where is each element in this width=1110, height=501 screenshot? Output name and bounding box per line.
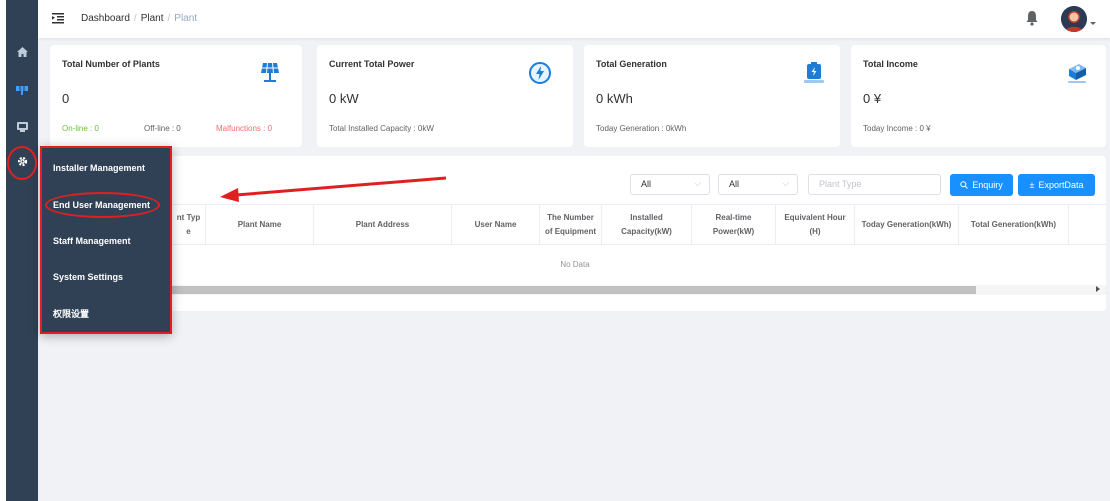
chevron-down-icon: ⌵: [694, 178, 701, 188]
column-header-user-name[interactable]: User Name: [452, 205, 540, 244]
filter-select-1-value: All: [641, 179, 652, 189]
plant-list-panel: All ⌵ All ⌵ Plant Type Enquiry ± ExportD…: [44, 156, 1106, 311]
column-header-today-generation[interactable]: Today Generation(kWh): [855, 205, 959, 244]
horizontal-scrollbar[interactable]: [44, 285, 1106, 295]
enquiry-label: Enquiry: [972, 180, 1003, 190]
settings-dropdown-menu: Installer Management End User Management…: [40, 146, 172, 334]
card-value: 0: [62, 91, 70, 106]
empty-table-text: No Data: [560, 260, 590, 269]
sidebar: [6, 0, 38, 501]
enquiry-button[interactable]: Enquiry: [950, 174, 1013, 196]
menu-item-end-user-management[interactable]: End User Management: [40, 187, 172, 223]
chevron-down-icon: ⌵: [782, 178, 789, 188]
battery-icon: [802, 61, 828, 87]
breadcrumb-separator: /: [167, 13, 171, 24]
menu-item-permission-settings[interactable]: 权限设置: [40, 295, 172, 331]
column-header-equipment-count[interactable]: The Number of Equipment: [540, 205, 602, 244]
card-total-income: Total Income 0 ¥ Today Income : 0 ¥: [851, 45, 1106, 147]
column-header-realtime-power[interactable]: Real-time Power(kW): [692, 205, 776, 244]
online-count: On-line : 0: [62, 124, 99, 133]
card-total-plants: Total Number of Plants 0 On-line : 0 Off…: [50, 45, 302, 147]
export-button[interactable]: ± ExportData: [1018, 174, 1095, 196]
scrollbar-thumb[interactable]: [44, 286, 976, 294]
malfunction-count: Malfunctions : 0: [216, 124, 273, 133]
export-label: ExportData: [1038, 180, 1084, 190]
card-subtext: Total Installed Capacity : 0kW: [329, 124, 434, 133]
bell-icon[interactable]: [1025, 10, 1039, 26]
card-value: 0 kWh: [596, 91, 633, 106]
home-icon[interactable]: [6, 42, 38, 62]
breadcrumb-current: Plant: [174, 13, 198, 24]
avatar-caret-icon[interactable]: [1090, 22, 1096, 25]
top-header: Dashboard / Plant / Plant: [38, 0, 1110, 38]
export-icon: ±: [1029, 180, 1035, 190]
scroll-right-arrow-icon[interactable]: [1096, 286, 1100, 292]
hamburger-menu-icon[interactable]: [52, 11, 64, 24]
card-title: Total Income: [863, 59, 918, 69]
menu-item-system-settings[interactable]: System Settings: [40, 259, 172, 295]
card-subtext: Today Income : 0 ¥: [863, 124, 931, 133]
card-subtext: Today Generation : 0kWh: [596, 124, 687, 133]
menu-item-installer-management[interactable]: Installer Management: [40, 150, 172, 186]
breadcrumb-dashboard[interactable]: Dashboard: [81, 13, 130, 24]
money-icon: [1065, 61, 1091, 87]
filter-select-2-value: All: [729, 179, 740, 189]
card-current-power: Current Total Power 0 kW Total Installed…: [317, 45, 573, 147]
card-title: Total Number of Plants: [62, 59, 160, 69]
column-header-plant-type[interactable]: nt Typ e: [172, 205, 206, 244]
card-title: Total Generation: [596, 59, 667, 69]
column-header-installed-capacity[interactable]: Installed Capacity(kW): [602, 205, 692, 244]
search-icon: [960, 181, 969, 189]
header-text: e: [186, 226, 191, 236]
avatar[interactable]: [1061, 6, 1087, 32]
card-value: 0 kW: [329, 91, 359, 106]
breadcrumb: Dashboard / Plant / Plant: [81, 13, 197, 24]
lightning-icon: [528, 61, 554, 87]
column-header-plant-name[interactable]: Plant Name: [206, 205, 314, 244]
card-total-generation: Total Generation 0 kWh Today Generation …: [584, 45, 840, 147]
column-header-total-generation[interactable]: Total Generation(kWh): [959, 205, 1069, 244]
filter-select-1[interactable]: All ⌵: [630, 174, 710, 195]
breadcrumb-separator: /: [133, 13, 137, 24]
plant-type-input[interactable]: Plant Type: [808, 174, 941, 195]
table-header: nt Typ e Plant Name Plant Address User N…: [44, 204, 1106, 245]
filter-select-2[interactable]: All ⌵: [718, 174, 798, 195]
card-value: 0 ¥: [863, 91, 882, 106]
column-header-equivalent-hour[interactable]: Equivalent Hour (H): [776, 205, 855, 244]
card-title: Current Total Power: [329, 59, 415, 69]
plant-icon[interactable]: [6, 80, 38, 100]
column-header-plant-address[interactable]: Plant Address: [314, 205, 452, 244]
gear-icon[interactable]: [6, 151, 38, 171]
solar-panel-icon: [258, 61, 284, 87]
offline-count: Off-line : 0: [144, 124, 181, 133]
header-text: nt Typ: [176, 212, 201, 222]
menu-item-staff-management[interactable]: Staff Management: [40, 223, 172, 259]
monitor-icon[interactable]: [6, 117, 38, 137]
breadcrumb-plant[interactable]: Plant: [141, 13, 164, 24]
